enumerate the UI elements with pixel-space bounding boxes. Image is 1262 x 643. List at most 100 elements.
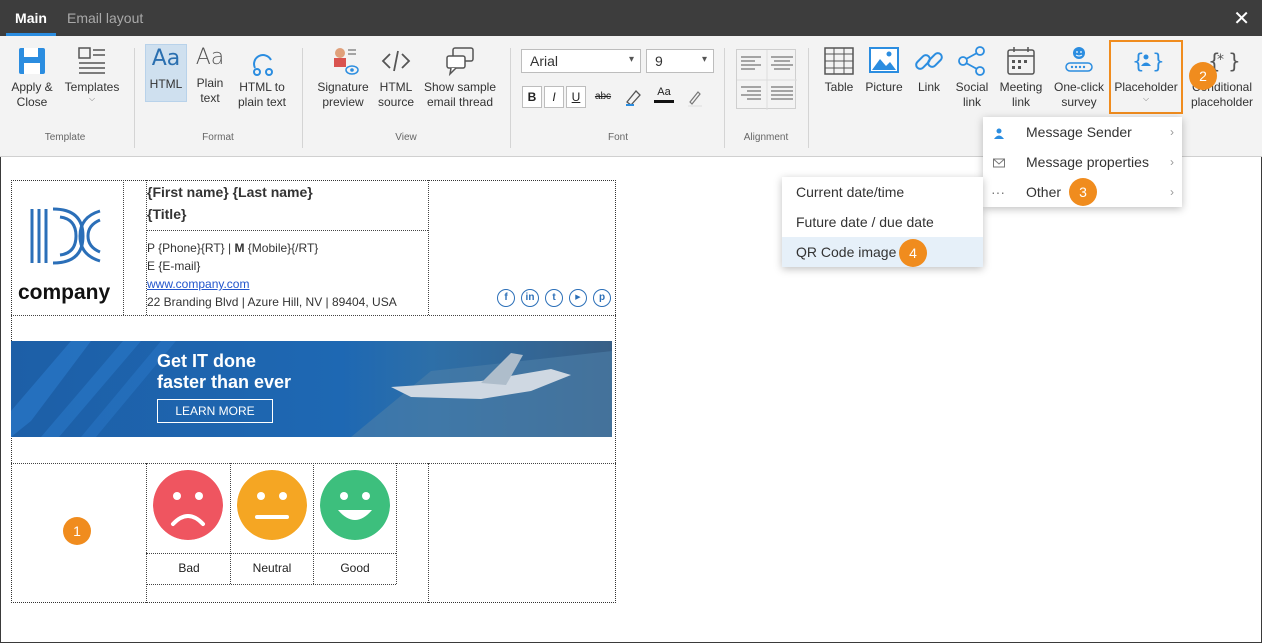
chevron-right-icon: › — [1170, 125, 1174, 139]
company-logo-icon — [30, 207, 101, 265]
highlighter-icon — [626, 90, 641, 106]
tab-main[interactable]: Main — [6, 0, 56, 36]
divider — [724, 48, 725, 148]
templates-label: Templates — [64, 80, 120, 94]
step-badge-1: 1 — [63, 517, 91, 545]
title-bar: Main Email layout ✕ — [0, 0, 1262, 36]
banner-headline-2: faster than ever — [157, 372, 292, 392]
apply-close-label: Apply & Close — [11, 80, 53, 109]
link-button[interactable]: Link — [912, 44, 946, 95]
email-line[interactable]: E {E-mail} — [147, 259, 200, 273]
tab-email-layout[interactable]: Email layout — [67, 0, 143, 36]
italic-button[interactable]: I — [544, 86, 564, 108]
group-label-font: Font — [607, 132, 628, 143]
divider — [808, 48, 809, 148]
table-button[interactable]: Table — [820, 44, 858, 95]
alignment-grid — [736, 49, 797, 110]
menu-item-message-properties[interactable]: Message properties › — [983, 147, 1182, 177]
sad-face-icon[interactable] — [153, 470, 223, 540]
one-click-survey-button[interactable]: One-click survey — [1050, 44, 1108, 110]
divider — [510, 48, 511, 148]
table-label: Table — [824, 80, 854, 94]
social-link-button[interactable]: Social link — [952, 44, 992, 110]
clear-format-button[interactable] — [684, 86, 706, 108]
other-submenu: Current date/time Future date / due date… — [782, 177, 983, 267]
bold-button[interactable]: B — [522, 86, 542, 108]
cell-divider — [146, 553, 396, 554]
chevron-down-icon: ⌵ — [1142, 94, 1150, 103]
menu-item-qr-code[interactable]: QR Code image — [782, 237, 983, 267]
name-placeholder[interactable]: {First name} {Last name} — [147, 184, 313, 200]
picture-button[interactable]: Picture — [864, 44, 904, 95]
group-label-view: View — [395, 132, 417, 143]
chevron-down-icon: ▾ — [628, 54, 634, 65]
signature-preview-button[interactable]: Signature preview — [314, 44, 372, 110]
chevron-right-icon: › — [1170, 155, 1174, 169]
menu-item-future-date[interactable]: Future date / due date — [782, 207, 983, 237]
envelope-icon — [993, 158, 1005, 168]
chevron-right-icon: › — [1170, 185, 1174, 199]
phone-prefix: P — [147, 241, 155, 255]
phone-value: {Phone}{RT} | — [158, 241, 232, 255]
speech-bubbles-icon — [446, 47, 474, 77]
highlight-button[interactable] — [622, 86, 644, 108]
phone-line[interactable]: P {Phone}{RT} | M {Mobile}{/RT} — [147, 241, 318, 255]
survey-label-bad: Bad — [178, 561, 200, 575]
menu-item-current-datetime[interactable]: Current date/time — [782, 177, 983, 207]
happy-face-icon[interactable] — [320, 470, 390, 540]
eraser-icon — [688, 91, 702, 107]
preview-icon — [334, 48, 359, 75]
apply-close-button[interactable]: Apply & Close — [6, 44, 58, 110]
font-size-select[interactable]: 9 ▾ — [646, 49, 714, 73]
svg-text:}: } — [1228, 49, 1239, 73]
neutral-face-icon[interactable] — [237, 470, 307, 540]
plain-text-label: Plain text — [196, 76, 224, 105]
survey-icon — [1065, 47, 1093, 72]
menu-label: Message properties — [1026, 154, 1149, 170]
close-button[interactable]: ✕ — [1233, 6, 1250, 31]
show-sample-label: Show sample email thread — [423, 80, 497, 109]
cell-divider — [428, 180, 429, 315]
website-link[interactable]: www.company.com — [147, 277, 249, 291]
html-source-button[interactable]: HTML source — [376, 44, 416, 110]
picture-icon — [869, 47, 899, 73]
strikethrough-button[interactable]: abc — [592, 86, 614, 108]
step-badge-4: 4 — [899, 239, 927, 267]
save-icon — [19, 48, 45, 74]
underline-button[interactable]: U — [566, 86, 586, 108]
html-to-plain-label: HTML to plain text — [237, 80, 287, 109]
dots-icon: ··· — [991, 184, 1005, 200]
title-placeholder[interactable]: {Title} — [147, 206, 186, 222]
pinterest-icon[interactable]: p — [593, 289, 611, 307]
plain-text-button[interactable]: Aa Plain text — [192, 44, 228, 106]
promo-banner[interactable]: Get IT done faster than ever LEARN MORE — [11, 341, 612, 437]
company-logo-text: company — [18, 281, 111, 304]
font-family-value: Arial — [530, 53, 559, 69]
menu-item-message-sender[interactable]: Message Sender › — [983, 117, 1182, 147]
menu-label: Other — [1026, 184, 1062, 200]
twitter-icon[interactable]: t — [545, 289, 563, 307]
meeting-link-label: Meeting link — [999, 80, 1043, 109]
banner-headline-1: Get IT done — [157, 351, 256, 371]
cell-divider — [146, 230, 428, 231]
social-link-label: Social link — [955, 80, 989, 109]
address-line[interactable]: 22 Branding Blvd | Azure Hill, NV | 8940… — [147, 295, 397, 309]
templates-button[interactable]: Templates ⌵ — [63, 44, 121, 103]
show-sample-thread-button[interactable]: Show sample email thread — [421, 44, 499, 110]
meeting-link-button[interactable]: Meeting link — [997, 44, 1045, 110]
font-color-button[interactable]: Aa — [652, 86, 676, 108]
linkedin-icon[interactable]: in — [521, 289, 539, 307]
html-format-button[interactable]: Aa HTML — [145, 44, 187, 102]
learn-more-button[interactable]: LEARN MORE — [157, 399, 273, 423]
placeholder-button[interactable]: {} Placeholder ⌵ — [1112, 44, 1180, 103]
placeholder-label: Placeholder — [1114, 80, 1178, 94]
font-family-select[interactable]: Arial ▾ — [521, 49, 641, 73]
cell-divider — [11, 315, 616, 316]
mobile-value: {Mobile}{/RT} — [247, 241, 319, 255]
facebook-icon[interactable]: f — [497, 289, 515, 307]
html-to-plain-button[interactable]: HTML to plain text — [234, 44, 290, 110]
text-aa-icon: Aa — [151, 46, 181, 71]
divider — [302, 48, 303, 148]
youtube-icon[interactable]: ▶ — [569, 289, 587, 307]
calendar-icon — [1007, 47, 1035, 75]
